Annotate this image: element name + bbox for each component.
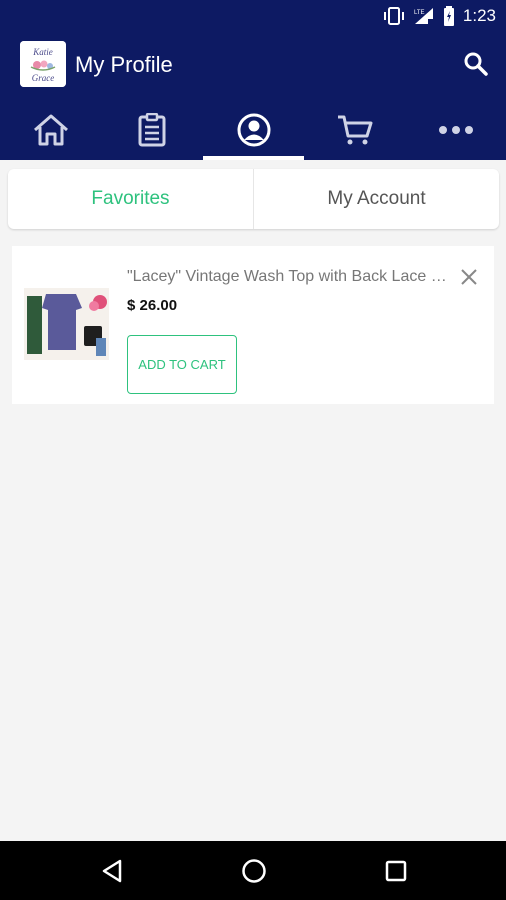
- search-icon: [464, 52, 488, 76]
- vibrate-icon: [383, 7, 404, 25]
- app-logo[interactable]: Katie Grace: [20, 41, 66, 87]
- profile-segment-control: Favorites My Account: [8, 169, 499, 229]
- tab-home[interactable]: [0, 100, 101, 160]
- battery-icon: [443, 6, 454, 26]
- profile-icon: [237, 113, 270, 147]
- svg-text:Katie: Katie: [32, 47, 53, 57]
- tab-more[interactable]: [405, 100, 506, 160]
- product-thumbnail[interactable]: [24, 288, 109, 360]
- add-to-cart-button[interactable]: ADD TO CART: [127, 335, 237, 394]
- status-icons: LTE 1:23: [383, 6, 496, 26]
- cart-icon: [337, 115, 372, 145]
- tab-bar: [0, 100, 506, 160]
- home-icon: [33, 114, 68, 146]
- tab-orders[interactable]: [101, 100, 202, 160]
- more-icon: [438, 126, 473, 134]
- status-time: 1:23: [462, 6, 496, 25]
- remove-favorite-button[interactable]: [460, 268, 478, 286]
- system-navigation-bar: [0, 841, 506, 900]
- lte-signal-icon: LTE: [414, 8, 433, 24]
- product-price: $ 26.00: [127, 297, 178, 314]
- app-bar: Katie Grace My Profile: [0, 32, 506, 100]
- search-button[interactable]: [462, 50, 490, 78]
- home-circle-icon: [242, 859, 266, 883]
- tab-profile[interactable]: [203, 100, 304, 160]
- favorite-item-card[interactable]: "Lacey" Vintage Wash Top with Back Lace …: [12, 246, 494, 404]
- status-bar: LTE 1:23: [0, 0, 506, 32]
- product-title[interactable]: "Lacey" Vintage Wash Top with Back Lace …: [127, 268, 452, 286]
- recents-button[interactable]: [380, 855, 412, 887]
- back-button[interactable]: [96, 855, 128, 887]
- home-nav-button[interactable]: [238, 855, 270, 887]
- clipboard-icon: [138, 113, 165, 147]
- active-tab-indicator: [203, 156, 304, 160]
- segment-favorites[interactable]: Favorites: [8, 169, 253, 229]
- close-icon: [461, 269, 477, 285]
- tab-cart[interactable]: [304, 100, 405, 160]
- page-title: My Profile: [75, 52, 173, 77]
- back-icon: [102, 859, 122, 883]
- segment-my-account[interactable]: My Account: [253, 169, 499, 229]
- svg-text:LTE: LTE: [414, 10, 425, 16]
- svg-text:Grace: Grace: [32, 73, 55, 83]
- recents-icon: [385, 860, 407, 882]
